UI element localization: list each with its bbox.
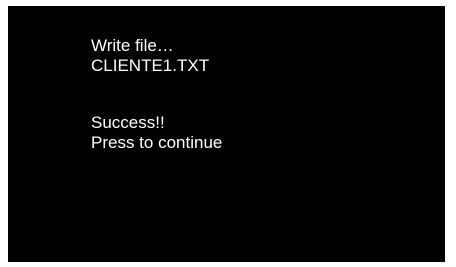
status-info: Success!! Press to continue bbox=[91, 113, 222, 153]
operation-label: Write file… bbox=[91, 36, 174, 55]
filename-label: CLIENTE1.TXT bbox=[91, 56, 210, 75]
status-message: Success!! bbox=[91, 113, 165, 132]
continue-prompt: Press to continue bbox=[91, 133, 223, 152]
file-info: Write file… CLIENTE1.TXT bbox=[91, 36, 209, 76]
device-screen: Write file… CLIENTE1.TXT Success!! Press… bbox=[8, 6, 445, 262]
